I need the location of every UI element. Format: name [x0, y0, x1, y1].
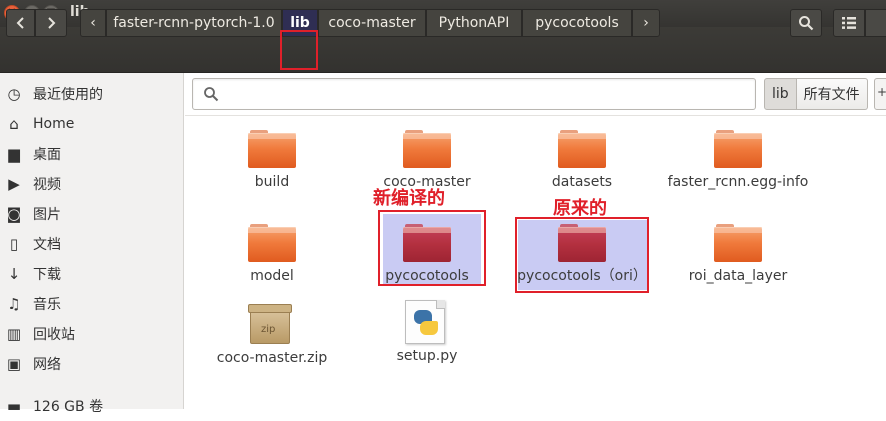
add-search-criteria-button[interactable]: +: [874, 78, 886, 110]
file-name: faster_rcnn.egg-info: [667, 174, 809, 190]
divider: [185, 115, 886, 116]
folder-icon: [714, 222, 762, 262]
search-input[interactable]: [192, 78, 756, 110]
python-file-icon: [405, 300, 445, 344]
file-name: setup.py: [396, 348, 458, 364]
sidebar-item-pictures[interactable]: ◙ 图片: [0, 199, 183, 229]
file-name: model: [250, 268, 294, 284]
search-icon: [799, 16, 814, 31]
file-name: build: [254, 174, 290, 190]
back-button[interactable]: [6, 9, 35, 37]
folder-icon: [248, 222, 296, 262]
zip-archive-icon: zip: [248, 304, 292, 344]
folder-icon: [403, 128, 451, 168]
clock-icon: ◷: [7, 85, 21, 103]
file-name: coco-master.zip: [216, 350, 328, 366]
search-scope-group: lib 所有文件: [764, 78, 868, 110]
breadcrumb-item[interactable]: coco-master: [318, 9, 426, 37]
sidebar-item-network[interactable]: ▣ 网络: [0, 349, 183, 379]
sidebar-item-videos[interactable]: ▶ 视频: [0, 169, 183, 199]
sidebar-item-label: 图片: [33, 207, 61, 223]
folder-icon: [558, 222, 606, 262]
home-icon: ⌂: [9, 115, 19, 133]
file-name: pycocotools（ori）: [517, 268, 647, 284]
sidebar-item-label: 文档: [33, 237, 61, 253]
sidebar-item-label: 音乐: [33, 297, 61, 313]
lib-highlight-box: [280, 30, 318, 70]
drive-icon: ▬: [6, 397, 22, 415]
sidebar-item-label: 桌面: [33, 147, 61, 163]
sidebar-item-label: 下载: [33, 267, 61, 283]
forward-button[interactable]: [35, 9, 67, 37]
file-name: pycocotools: [385, 268, 469, 284]
breadcrumb-scroll-right[interactable]: ›: [632, 9, 660, 37]
scope-lib-button[interactable]: lib: [764, 78, 797, 110]
file-name: coco-master: [383, 174, 471, 190]
sidebar-item-desktop[interactable]: ▆ 桌面: [0, 139, 183, 169]
sidebar-item-label: 网络: [33, 357, 61, 373]
view-mode-button[interactable]: [833, 9, 865, 37]
folder-icon: [248, 128, 296, 168]
sidebar-item-documents[interactable]: ▯ 文档: [0, 229, 183, 259]
annotation-label-original: 原来的: [553, 198, 607, 219]
file-name: datasets: [551, 174, 613, 190]
sidebar-item-trash[interactable]: ▥ 回收站: [0, 319, 183, 349]
folder-icon: [558, 128, 606, 168]
camera-icon: ◙: [6, 205, 22, 223]
view-options-button[interactable]: [865, 9, 886, 37]
sidebar-item-downloads[interactable]: ↓ 下载: [0, 259, 183, 289]
document-icon: ▯: [9, 235, 19, 253]
trash-icon: ▥: [6, 325, 22, 343]
breadcrumb-item[interactable]: pycocotools: [522, 9, 632, 37]
zip-icon-text: zip: [261, 324, 276, 335]
chevron-left-icon: [16, 17, 24, 29]
sidebar-item-home[interactable]: ⌂ Home: [0, 109, 183, 139]
search-button[interactable]: [790, 9, 822, 37]
sidebar-item-volume[interactable]: ▬ 126 GB 卷: [0, 391, 183, 421]
sidebar-item-recent[interactable]: ◷ 最近使用的: [0, 79, 183, 109]
file-name: roi_data_layer: [688, 268, 788, 284]
folder-icon: [714, 128, 762, 168]
breadcrumb-item[interactable]: PythonAPI: [426, 9, 522, 37]
breadcrumb-scroll-left[interactable]: ‹: [80, 9, 106, 37]
sidebar-item-label: 视频: [33, 177, 61, 193]
desktop-folder-icon: ▆: [8, 145, 20, 163]
scope-all-files-button[interactable]: 所有文件: [796, 78, 868, 110]
sidebar-item-music[interactable]: ♫ 音乐: [0, 289, 183, 319]
music-icon: ♫: [7, 295, 21, 313]
sidebar-item-label: 最近使用的: [33, 87, 103, 103]
sidebar-item-label: Home: [33, 116, 75, 132]
breadcrumb-item[interactable]: faster-rcnn-pytorch-1.0: [106, 9, 282, 37]
search-icon: [204, 87, 219, 102]
sidebar-item-label: 126 GB 卷: [33, 399, 104, 415]
sidebar-item-label: 回收站: [33, 327, 75, 343]
network-icon: ▣: [6, 355, 22, 373]
video-icon: ▶: [8, 175, 20, 193]
list-view-icon: [842, 17, 856, 29]
sidebar: ◷ 最近使用的 ⌂ Home ▆ 桌面 ▶ 视频 ◙ 图片 ▯ 文档 ↓ 下载 …: [0, 73, 184, 415]
download-icon: ↓: [7, 265, 21, 283]
chevron-right-icon: [48, 17, 56, 29]
folder-icon: [403, 222, 451, 262]
